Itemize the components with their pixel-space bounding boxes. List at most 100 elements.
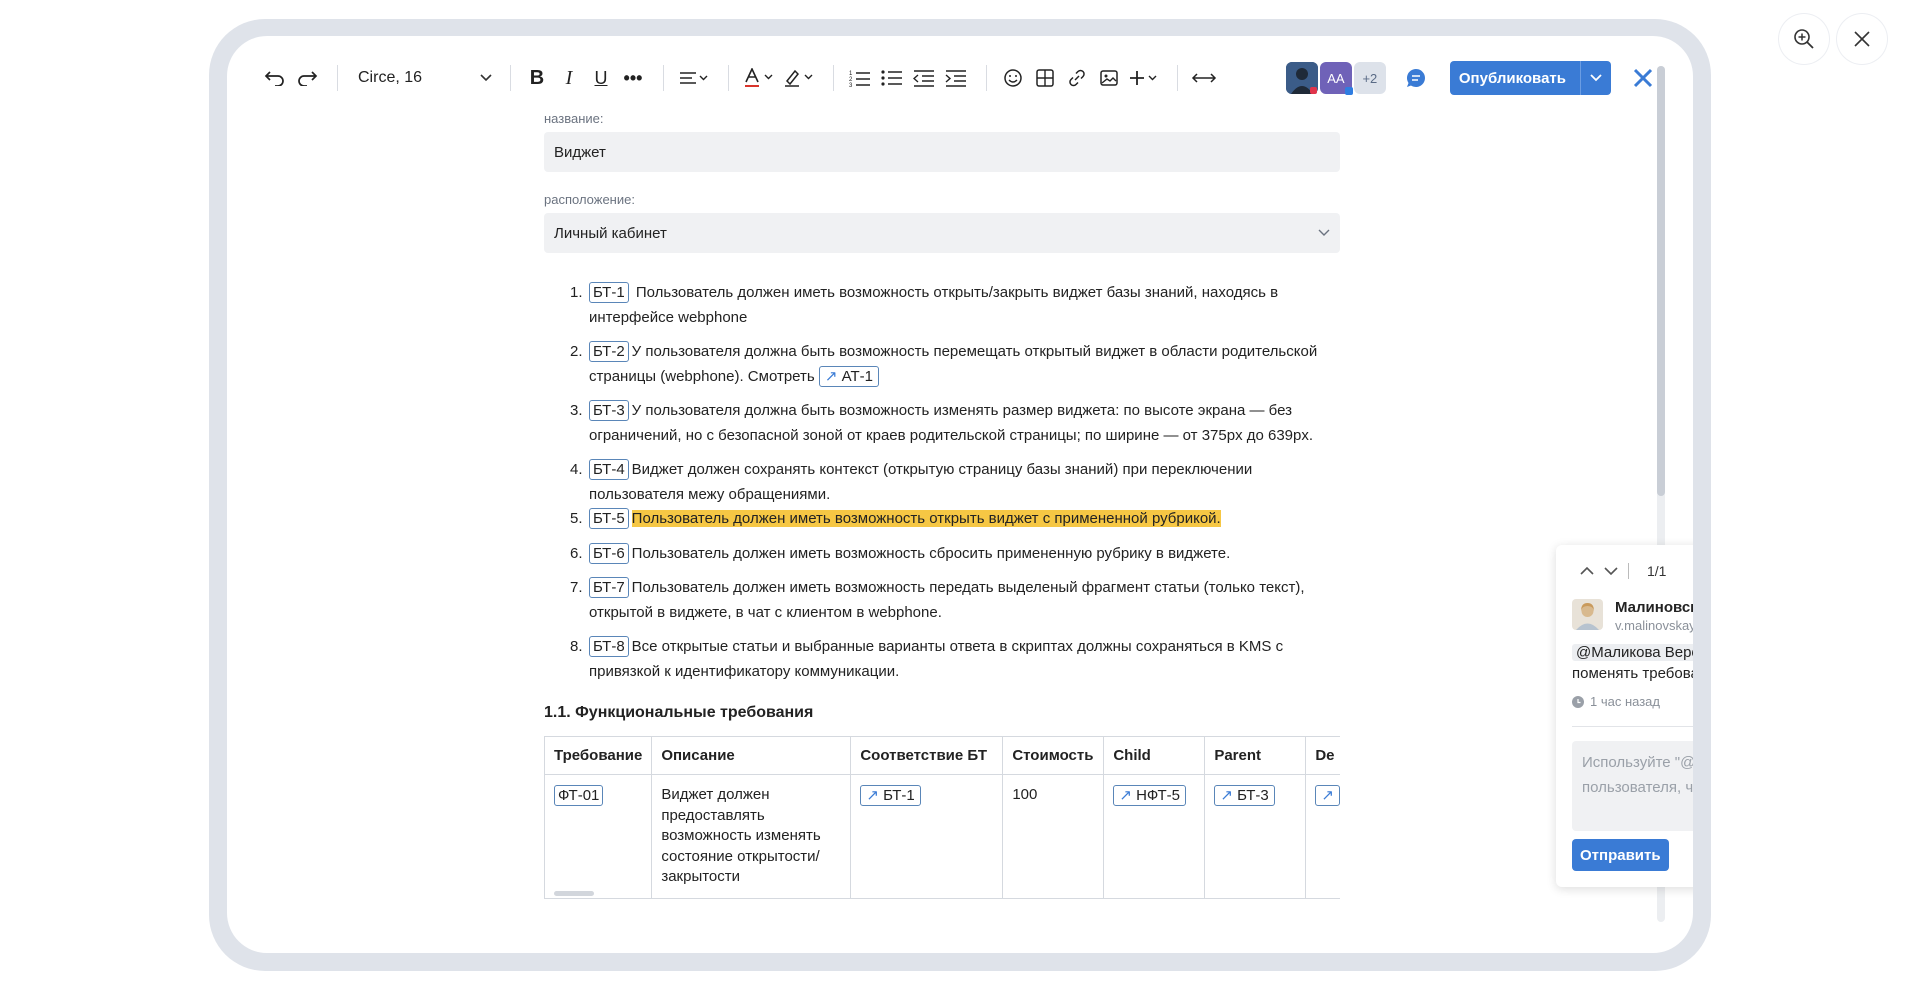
send-button[interactable]: Отправить [1572,839,1669,871]
link-button[interactable] [1063,62,1091,94]
close-icon [1633,68,1653,88]
insert-button[interactable] [1127,62,1161,94]
list-item: 3. БТ-3 У пользователя должна быть возможн… [570,400,1314,444]
comment-counter: 1/1 [1647,563,1667,579]
zoom-in-icon [1794,29,1814,49]
toolbar-divider [1177,65,1178,91]
requirement-tag[interactable]: БТ-8 [589,636,629,657]
table-cell: ФТ-01 [544,774,653,899]
list-item: 4. БТ-4 Виджет должен сохранять контекст (… [570,459,1253,503]
image-icon [1100,70,1118,86]
avatar[interactable] [1285,62,1318,94]
scrollbar-thumb[interactable] [1657,66,1665,496]
requirement-tag[interactable]: БТ-4 [589,459,629,480]
comment-username: v.malinovskay [1615,618,1693,633]
highlighted-text[interactable]: Пользователь должен иметь возможность от… [631,510,1221,527]
column-header: De [1305,736,1340,775]
redo-button[interactable] [293,62,321,94]
toolbar-divider [833,65,834,91]
expand-width-icon [1191,73,1217,83]
undo-icon [264,71,284,86]
list-item: 5. БТ-5 Пользователь должен иметь возможно… [570,508,1221,529]
comment-popover: 1/1 Малиновская Вера v.malinovskay ••• @… [1556,545,1693,887]
full-width-button[interactable] [1190,62,1218,94]
table-horizontal-scrollbar[interactable] [554,890,594,896]
editor-window: Circe, 16 B I U ••• 123 AA +2 Опубликова… [227,36,1693,953]
requirement-tag[interactable]: БТ-1 [589,282,629,303]
document-content: название: Виджет расположение: Личный ка… [544,111,1340,899]
publish-button[interactable]: Опубликовать [1449,61,1611,95]
list-item: 1. БТ-1 Пользователь должен иметь возможн… [570,282,1279,326]
comment-body: @Маликова Вероника необходимо поменять т… [1572,642,1693,684]
text-color-button[interactable] [741,62,777,94]
font-select[interactable]: Circe, 16 [350,62,498,94]
table-button[interactable] [1031,62,1059,94]
align-button[interactable] [676,62,712,94]
editor-toolbar: Circe, 16 B I U ••• 123 AA +2 Опубликова… [261,54,1661,102]
requirement-tag[interactable]: БТ-7 [589,577,629,598]
requirement-tag[interactable]: БТ-5 [589,508,629,529]
table-scroll-container: Требование Описание Соответствие БТ Стои… [544,736,1340,899]
bold-button[interactable]: B [523,62,551,94]
underline-icon: U [594,67,608,88]
underline-button[interactable]: U [587,62,615,94]
undo-button[interactable] [261,62,289,94]
mention-chip[interactable]: @Маликова Вероника [1572,644,1693,661]
avatar[interactable]: AA [1319,62,1353,95]
section-heading: 1.1. Функциональные требования [544,704,814,721]
user-photo-icon [1572,599,1603,630]
outdent-button[interactable] [910,62,938,94]
indent-icon [945,70,966,87]
outdent-icon [913,70,934,87]
chevron-down-icon[interactable] [1604,566,1618,576]
publish-options-button[interactable] [1580,61,1611,95]
table-icon [1036,69,1054,87]
link-icon [1069,69,1085,87]
list-item: 8. БТ-8 Все открытые статьи и выбранные ва… [570,636,1284,680]
bulleted-list-button[interactable] [878,62,906,94]
avatar [1572,599,1603,630]
requirement-link[interactable]: ↗ НФТ-5 [1113,785,1186,806]
chevron-up-icon[interactable] [1580,566,1594,576]
column-header: Стоимость [1002,736,1105,775]
requirement-link[interactable]: ↗ [1315,785,1340,806]
numbered-list-button[interactable]: 123 [846,62,874,94]
requirement-link[interactable]: ↗ БТ-1 [860,785,921,806]
location-select[interactable]: Личный кабинет [544,213,1340,253]
requirement-tag[interactable]: БТ-3 [589,400,629,421]
close-editor-button[interactable] [1629,62,1657,94]
user-photo-icon [1285,62,1318,94]
requirement-tag[interactable]: ФТ-01 [554,785,604,806]
requirement-tag[interactable]: БТ-6 [589,542,629,564]
table-cell: Виджет должен предоставлять возможность … [651,774,852,899]
name-field[interactable]: Виджет [544,132,1340,172]
text-color-icon [745,68,773,87]
comment-input[interactable]: Используйте "@" перед именем пользовател… [1572,741,1693,831]
requirement-link[interactable]: ↗ БТ-3 [1214,785,1275,806]
close-viewer-button[interactable] [1837,14,1887,64]
emoji-button[interactable] [999,62,1027,94]
image-button[interactable] [1095,62,1123,94]
chevron-down-icon [480,74,492,82]
requirement-tag[interactable]: БТ-2 [589,341,629,362]
comment-divider [1572,726,1693,727]
name-field-value: Виджет [554,143,606,161]
table-cell: ↗ НФТ-5 [1103,774,1206,899]
more-collaborators-badge[interactable]: +2 [1353,62,1386,94]
highlight-color-button[interactable] [781,62,817,94]
column-header: Child [1103,736,1206,775]
comment-author: Малиновская Вера [1615,599,1693,616]
more-formatting-button[interactable]: ••• [619,62,647,94]
indent-button[interactable] [942,62,970,94]
comments-button[interactable] [1402,62,1430,94]
table-header-row: Требование Описание Соответствие БТ Стои… [544,736,1340,775]
chat-bubble-icon [1406,68,1425,87]
zoom-in-button[interactable] [1779,14,1829,64]
bulleted-list-icon [881,70,902,86]
chevron-down-icon [1590,74,1602,82]
publish-label: Опубликовать [1458,69,1566,87]
status-dot [1344,87,1353,95]
requirement-link[interactable]: ↗ АТ-1 [818,365,879,387]
arrow-up-right-icon: ↗ [824,367,838,385]
italic-button[interactable]: I [555,62,583,94]
